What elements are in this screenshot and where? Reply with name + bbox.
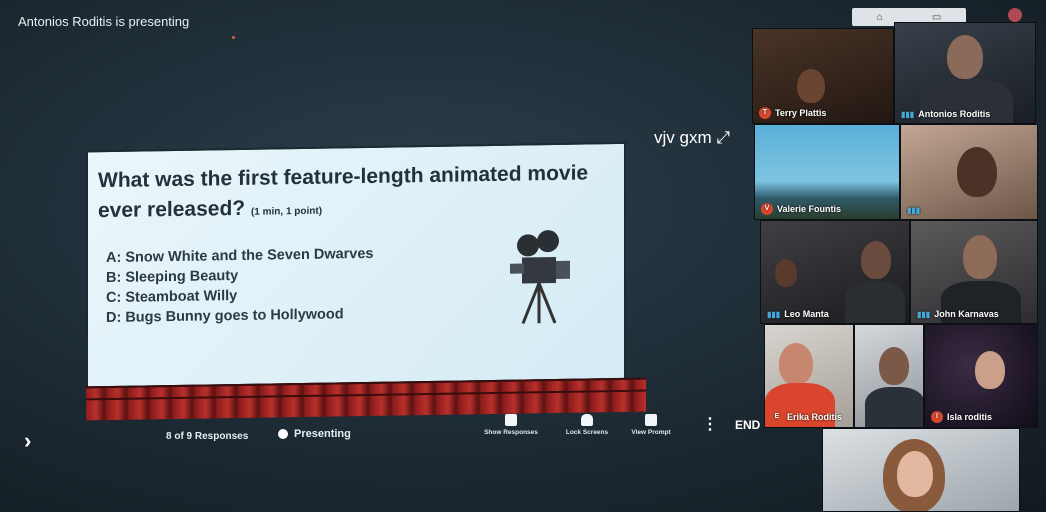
shared-slide: What was the first feature-length animat… <box>78 134 648 423</box>
mic-icon: ▮▮▮ <box>767 309 781 319</box>
participant-tile[interactable]: ▮▮▮ John Karnavas <box>910 220 1038 324</box>
responses-icon <box>505 414 517 426</box>
participant-name: ▮▮▮ Leo Manta <box>767 309 829 319</box>
handle-text: vjv gxm <box>654 128 712 147</box>
participant-name: I Isla roditis <box>931 411 992 423</box>
question-meta: (1 min, 1 point) <box>250 205 323 218</box>
film-camera-icon <box>510 230 570 325</box>
camera-icon[interactable]: ⌂ <box>877 12 883 23</box>
slide-card: What was the first feature-length animat… <box>86 141 626 389</box>
participant-tile[interactable]: ▮▮▮ Leo Manta <box>760 220 910 324</box>
prompt-icon <box>645 414 657 426</box>
participant-name: ▮▮▮ <box>907 206 924 215</box>
mic-icon: ▮▮▮ <box>917 309 931 319</box>
mic-icon: ▮▮▮ <box>907 206 921 215</box>
responses-count: 8 of 9 Responses <box>166 431 249 442</box>
participant-tile[interactable] <box>854 324 924 428</box>
presenter-handle: vjv gxm ⤢ <box>654 128 730 148</box>
participant-name: ▮▮▮ Antonios Roditis <box>901 109 991 119</box>
lock-screens-label: Lock Screens <box>565 429 609 436</box>
avatar: I <box>931 411 943 423</box>
avatar: V <box>761 203 773 215</box>
end-button[interactable]: END <box>735 418 760 432</box>
lock-screens-button[interactable]: Lock Screens <box>552 414 622 436</box>
more-options-icon[interactable]: ⋮ <box>702 414 718 434</box>
view-prompt-label: View Prompt <box>631 429 671 436</box>
participant-tile[interactable]: V Valerie Fountis <box>754 124 900 220</box>
chevron-right-icon[interactable]: › <box>24 428 31 454</box>
notification-badge <box>1008 8 1022 22</box>
answer-option-a: A: Snow White and the Seven Dwarves <box>106 245 374 267</box>
view-prompt-button[interactable]: View Prompt <box>616 414 686 436</box>
question-text: What was the first feature-length animat… <box>98 161 589 223</box>
participant-tile[interactable] <box>822 428 1020 512</box>
participant-tile[interactable]: ▮▮▮ <box>900 124 1038 220</box>
slide-question: What was the first feature-length animat… <box>98 158 618 230</box>
answer-list: A: Snow White and the Seven Dwarves B: S… <box>106 244 374 328</box>
participant-tile[interactable]: I Isla roditis <box>924 324 1038 428</box>
avatar: E <box>771 411 783 423</box>
recording-dot <box>232 36 235 39</box>
participant-tile[interactable]: E Erika Roditis <box>764 324 854 428</box>
answer-option-d: D: Bugs Bunny goes to Hollywood <box>106 306 344 327</box>
show-responses-label: Show Responses <box>484 429 538 436</box>
avatar: T <box>759 107 771 119</box>
participant-name: ▮▮▮ John Karnavas <box>917 309 999 319</box>
expand-icon[interactable]: ⤢ <box>716 128 730 147</box>
participant-name: V Valerie Fountis <box>761 203 841 215</box>
participant-tile[interactable]: T Terry Plattis <box>752 28 894 124</box>
show-responses-button[interactable]: Show Responses <box>476 414 546 436</box>
mic-icon: ▮▮▮ <box>901 109 915 119</box>
presenter-banner: Antonios Roditis is presenting <box>18 14 190 29</box>
presenting-status: Presenting <box>278 428 351 440</box>
lock-icon <box>581 414 593 426</box>
chat-icon[interactable]: ▭ <box>932 12 941 23</box>
status-dot-icon <box>278 429 288 439</box>
participant-name: E Erika Roditis <box>771 411 842 423</box>
participant-tile[interactable]: ▮▮▮ Antonios Roditis <box>894 22 1036 124</box>
participant-name: T Terry Plattis <box>759 107 826 119</box>
status-label: Presenting <box>294 428 351 440</box>
